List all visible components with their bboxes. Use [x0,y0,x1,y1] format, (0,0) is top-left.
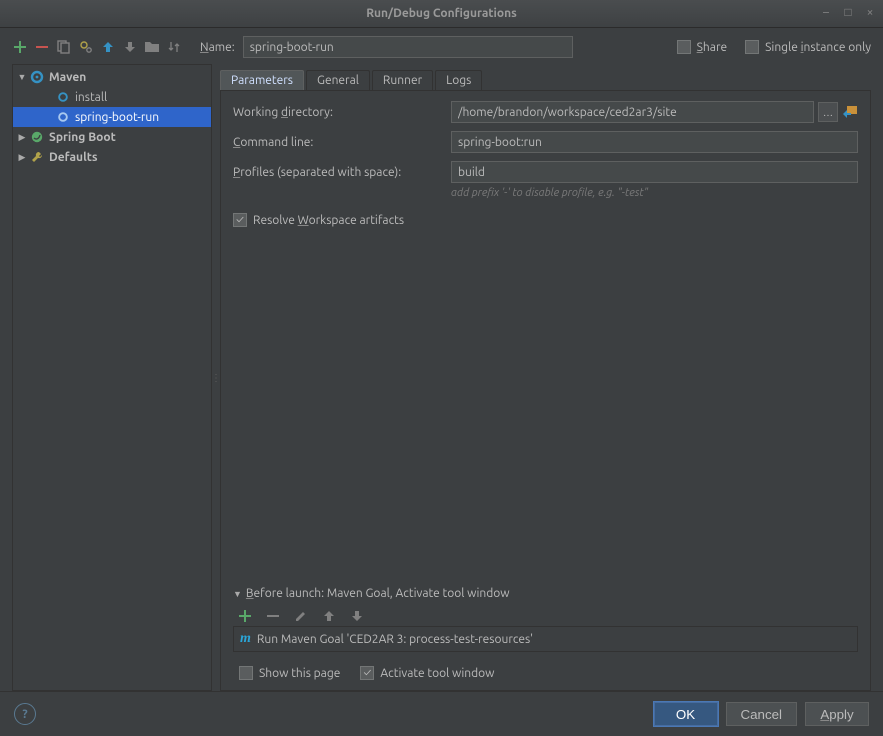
move-down-icon[interactable] [122,39,138,55]
single-instance-checkbox[interactable]: Single instance only [745,40,871,54]
titlebar: Run/Debug Configurations – □ × [0,0,883,28]
chevron-right-icon: ▶ [17,152,27,163]
remove-config-icon[interactable] [34,39,50,55]
name-label: Name: [200,41,235,54]
maven-icon [29,69,45,85]
spring-icon [29,129,45,145]
share-checkbox[interactable]: Share [677,40,727,54]
chevron-down-icon[interactable]: ▼ [233,589,242,599]
tab-parameters[interactable]: Parameters [220,70,304,90]
command-line-input[interactable] [451,131,858,153]
minimize-icon[interactable]: – [819,5,833,19]
tab-general[interactable]: General [306,70,370,90]
splitter[interactable]: ⋮ [212,64,220,691]
name-input[interactable] [243,36,573,58]
parameters-panel: Working directory: … Command line: Profi… [220,90,871,691]
before-launch-label: Before launch: Maven Goal, Activate tool… [246,587,510,600]
tree-node-spring-boot[interactable]: ▶ Spring Boot [13,127,211,147]
remove-task-icon[interactable] [265,608,281,624]
profiles-hint: add prefix '-' to disable profile, e.g. … [451,187,858,199]
chevron-right-icon: ▶ [17,132,27,143]
tab-logs[interactable]: Logs [435,70,482,90]
cancel-button[interactable]: Cancel [726,702,798,726]
tab-runner[interactable]: Runner [372,70,433,90]
checkbox-icon [233,213,247,227]
maximize-icon[interactable]: □ [841,5,855,19]
before-launch-section: ▼ Before launch: Maven Goal, Activate to… [233,587,858,680]
insert-path-icon[interactable] [842,104,858,120]
settings-icon[interactable] [78,39,94,55]
copy-config-icon[interactable] [56,39,72,55]
checkbox-icon [239,666,253,680]
task-up-icon[interactable] [321,608,337,624]
edit-task-icon[interactable] [293,608,309,624]
apply-button[interactable]: Apply [805,702,869,726]
dialog-footer: ? OK Cancel Apply [0,691,883,736]
close-icon[interactable]: × [863,5,877,19]
folder-icon[interactable] [144,39,160,55]
resolve-workspace-checkbox[interactable]: Resolve Workspace artifacts [233,213,404,227]
tree-node-install[interactable]: install [13,87,211,107]
checkbox-icon [745,40,759,54]
sort-icon[interactable] [166,39,182,55]
wrench-icon [29,149,45,165]
move-up-icon[interactable] [100,39,116,55]
window-title: Run/Debug Configurations [366,7,517,20]
tree-node-defaults[interactable]: ▶ Defaults [13,147,211,167]
checkbox-icon [677,40,691,54]
profiles-label: Profiles (separated with space): [233,166,443,179]
add-config-icon[interactable] [12,39,28,55]
show-this-page-checkbox[interactable]: Show this page [239,666,340,680]
working-dir-label: Working directory: [233,106,443,119]
tree-node-spring-boot-run[interactable]: spring-boot-run [13,107,211,127]
gear-icon [55,89,71,105]
config-tree[interactable]: ▼ Maven install spring-boot-r [12,64,212,691]
checkbox-icon [360,666,374,680]
gear-icon [55,109,71,125]
ok-button[interactable]: OK [654,702,718,726]
maven-badge-icon: m [240,631,251,647]
working-dir-input[interactable] [451,101,814,123]
top-toolbar: Name: Share Single instance only [0,28,883,64]
before-launch-list[interactable]: m Run Maven Goal 'CED2AR 3: process-test… [233,626,858,652]
chevron-down-icon: ▼ [17,72,27,82]
before-launch-item: Run Maven Goal 'CED2AR 3: process-test-r… [257,633,533,646]
command-line-label: Command line: [233,136,443,149]
tabs: Parameters General Runner Logs [220,64,871,90]
task-down-icon[interactable] [349,608,365,624]
profiles-input[interactable] [451,161,858,183]
browse-button[interactable]: … [818,102,838,122]
add-task-icon[interactable] [237,608,253,624]
help-button[interactable]: ? [14,703,36,725]
activate-tool-window-checkbox[interactable]: Activate tool window [360,666,494,680]
tree-node-maven[interactable]: ▼ Maven [13,67,211,87]
